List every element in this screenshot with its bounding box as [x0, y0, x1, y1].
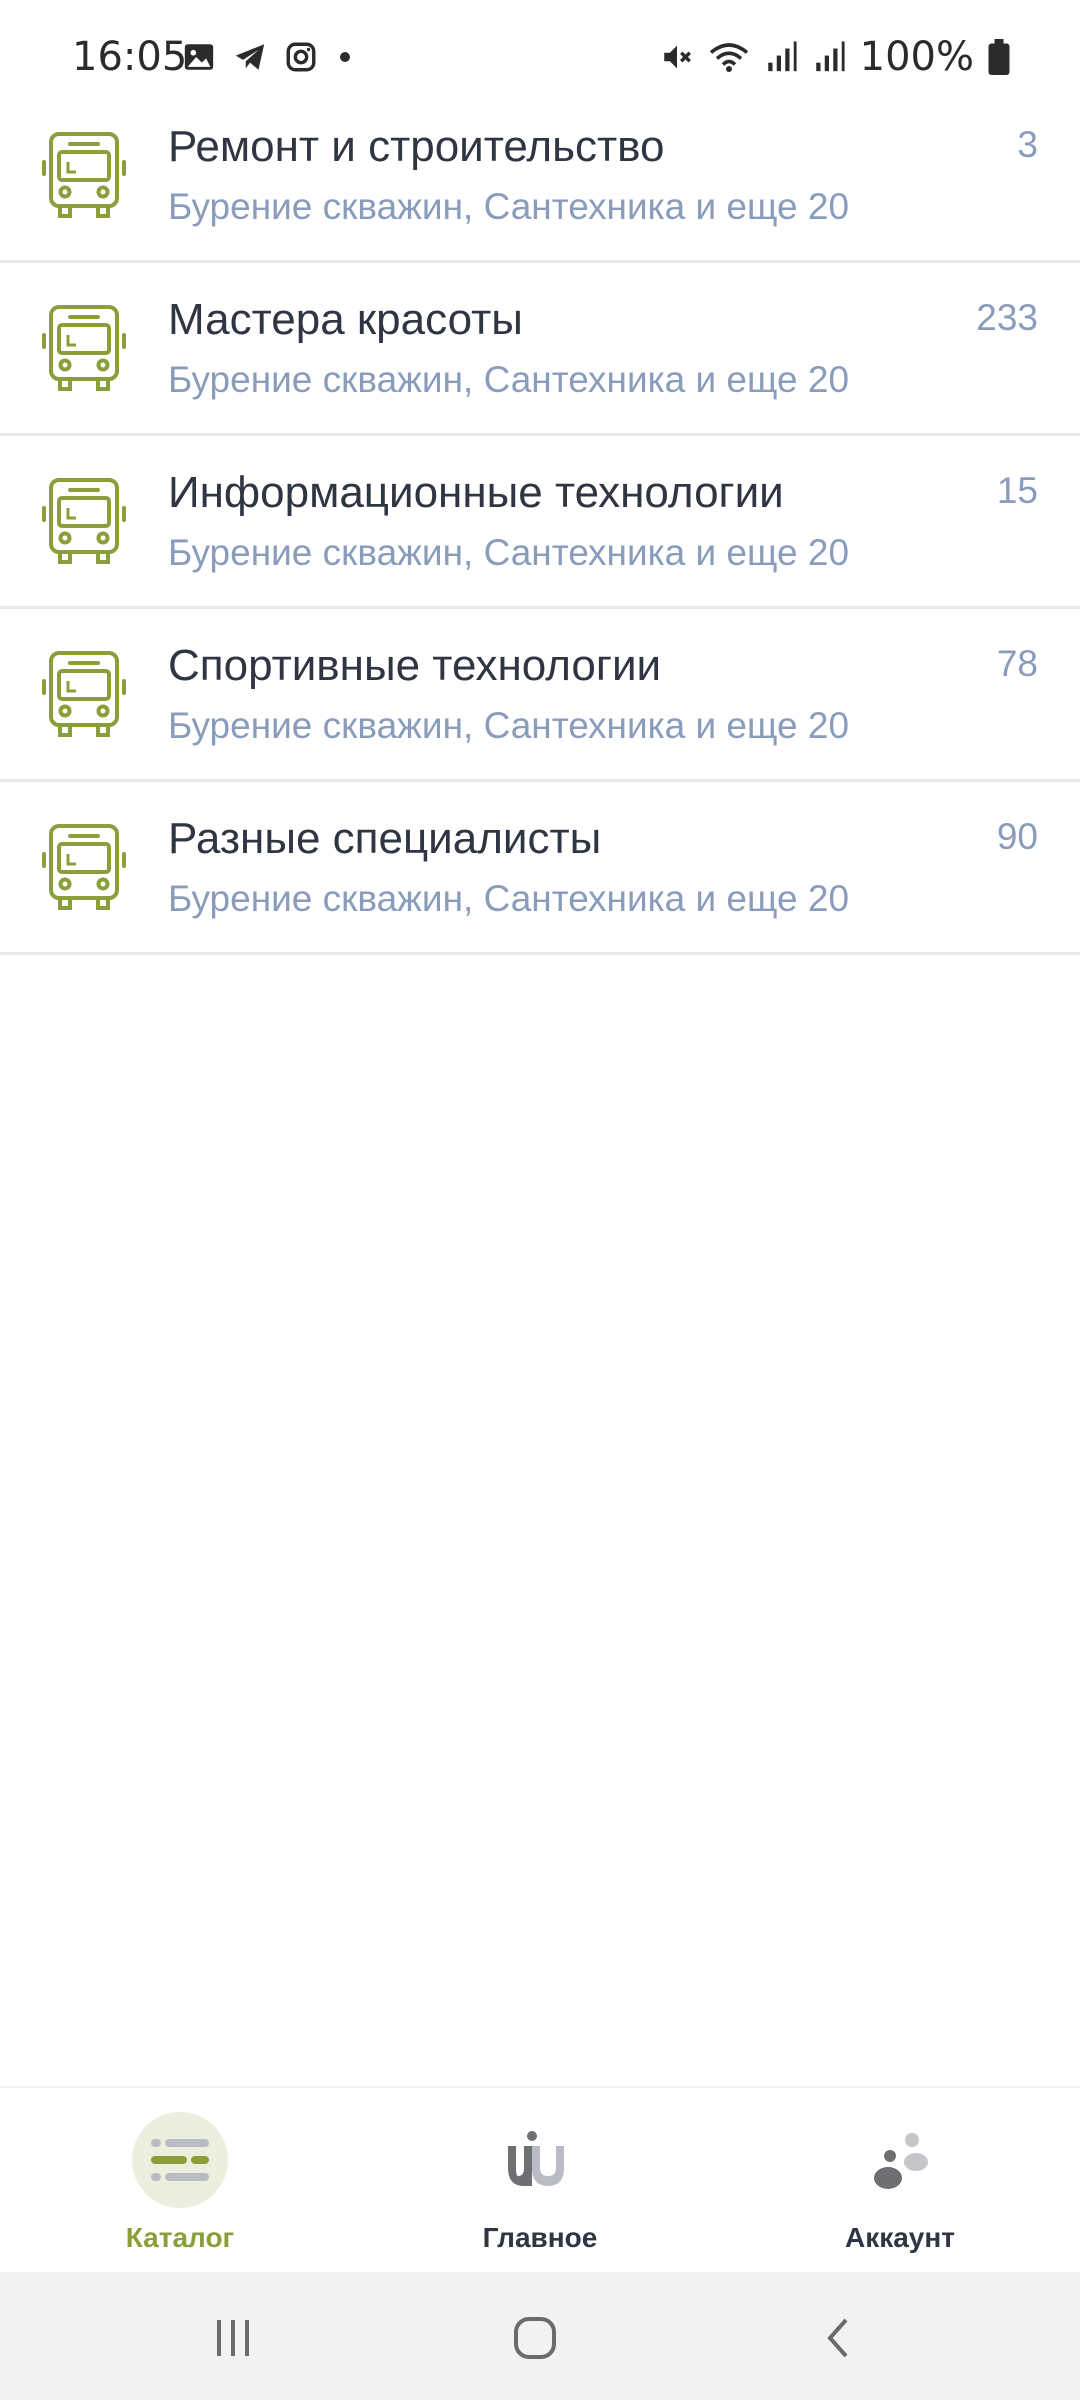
recent-apps-icon: [217, 2320, 249, 2356]
instagram-icon: [286, 42, 316, 72]
category-subtitle: Бурение скважин, Сантехника и еще 20: [168, 878, 850, 919]
list-item[interactable]: Информационные технологии Бурение скважи…: [0, 436, 1080, 609]
category-count: 3: [1017, 124, 1038, 165]
category-count: 233: [976, 297, 1038, 338]
gallery-icon: [184, 44, 214, 70]
list-item[interactable]: Разные специалисты Бурение скважин, Сант…: [0, 782, 1080, 955]
nav-main-label: Главное: [482, 2222, 598, 2253]
category-subtitle: Бурение скважин, Сантехника и еще 20: [168, 532, 850, 573]
telegram-icon: [235, 44, 265, 70]
mute-icon: [663, 45, 691, 69]
category-count: 90: [996, 816, 1038, 857]
bottom-navigation: Каталог Главное Аккаунт: [0, 2086, 1080, 2274]
nav-main[interactable]: Главное: [390, 2088, 690, 2274]
bus-icon: [42, 824, 126, 910]
battery-icon: [988, 39, 1010, 75]
nav-catalog[interactable]: Каталог: [30, 2088, 330, 2274]
signal-icon: [815, 41, 845, 72]
notification-icons: [182, 40, 356, 74]
status-time: 16:05: [72, 34, 188, 80]
home-logo-icon: [508, 2131, 564, 2186]
system-navigation-bar: [0, 2272, 1080, 2400]
back-chevron-icon: [827, 2318, 848, 2358]
home-button[interactable]: [505, 2308, 565, 2368]
bus-icon: [42, 651, 126, 737]
bus-icon: [42, 132, 126, 218]
nav-account[interactable]: Аккаунт: [750, 2088, 1050, 2274]
list-item[interactable]: Спортивные технологии Бурение скважин, С…: [0, 609, 1080, 782]
account-icon: [874, 2133, 928, 2189]
category-title: Мастера красоты: [168, 295, 523, 344]
category-title: Ремонт и строительство: [168, 122, 665, 171]
back-button[interactable]: [808, 2308, 868, 2368]
recent-apps-button[interactable]: [203, 2308, 263, 2368]
category-subtitle: Бурение скважин, Сантехника и еще 20: [168, 359, 850, 400]
nav-catalog-icon-bg: [132, 2112, 228, 2208]
wifi-icon: [709, 43, 748, 72]
signal-icon: [767, 41, 797, 72]
category-count: 15: [996, 470, 1038, 511]
nav-main-icon-bg: [492, 2112, 588, 2208]
category-subtitle: Бурение скважин, Сантехника и еще 20: [168, 186, 850, 227]
category-list: Ремонт и строительство Бурение скважин, …: [0, 90, 1080, 955]
nav-catalog-label: Каталог: [125, 2222, 235, 2253]
list-item[interactable]: Мастера красоты Бурение скважин, Сантехн…: [0, 263, 1080, 436]
dot-icon: [340, 52, 350, 62]
category-title: Спортивные технологии: [168, 641, 662, 690]
category-subtitle: Бурение скважин, Сантехника и еще 20: [168, 705, 850, 746]
home-circle-icon: [514, 2317, 556, 2359]
category-title: Разные специалисты: [168, 814, 602, 863]
bus-icon: [42, 478, 126, 564]
system-status-icons: 100%: [660, 34, 1010, 80]
category-title: Информационные технологии: [168, 468, 784, 517]
nav-account-icon-bg: [852, 2112, 948, 2208]
list-item[interactable]: Ремонт и строительство Бурение скважин, …: [0, 90, 1080, 263]
catalog-icon: [151, 2139, 209, 2181]
bus-icon: [42, 305, 126, 391]
nav-account-label: Аккаунт: [844, 2222, 956, 2253]
battery-percentage: 100%: [859, 34, 974, 80]
category-count: 78: [996, 643, 1038, 684]
